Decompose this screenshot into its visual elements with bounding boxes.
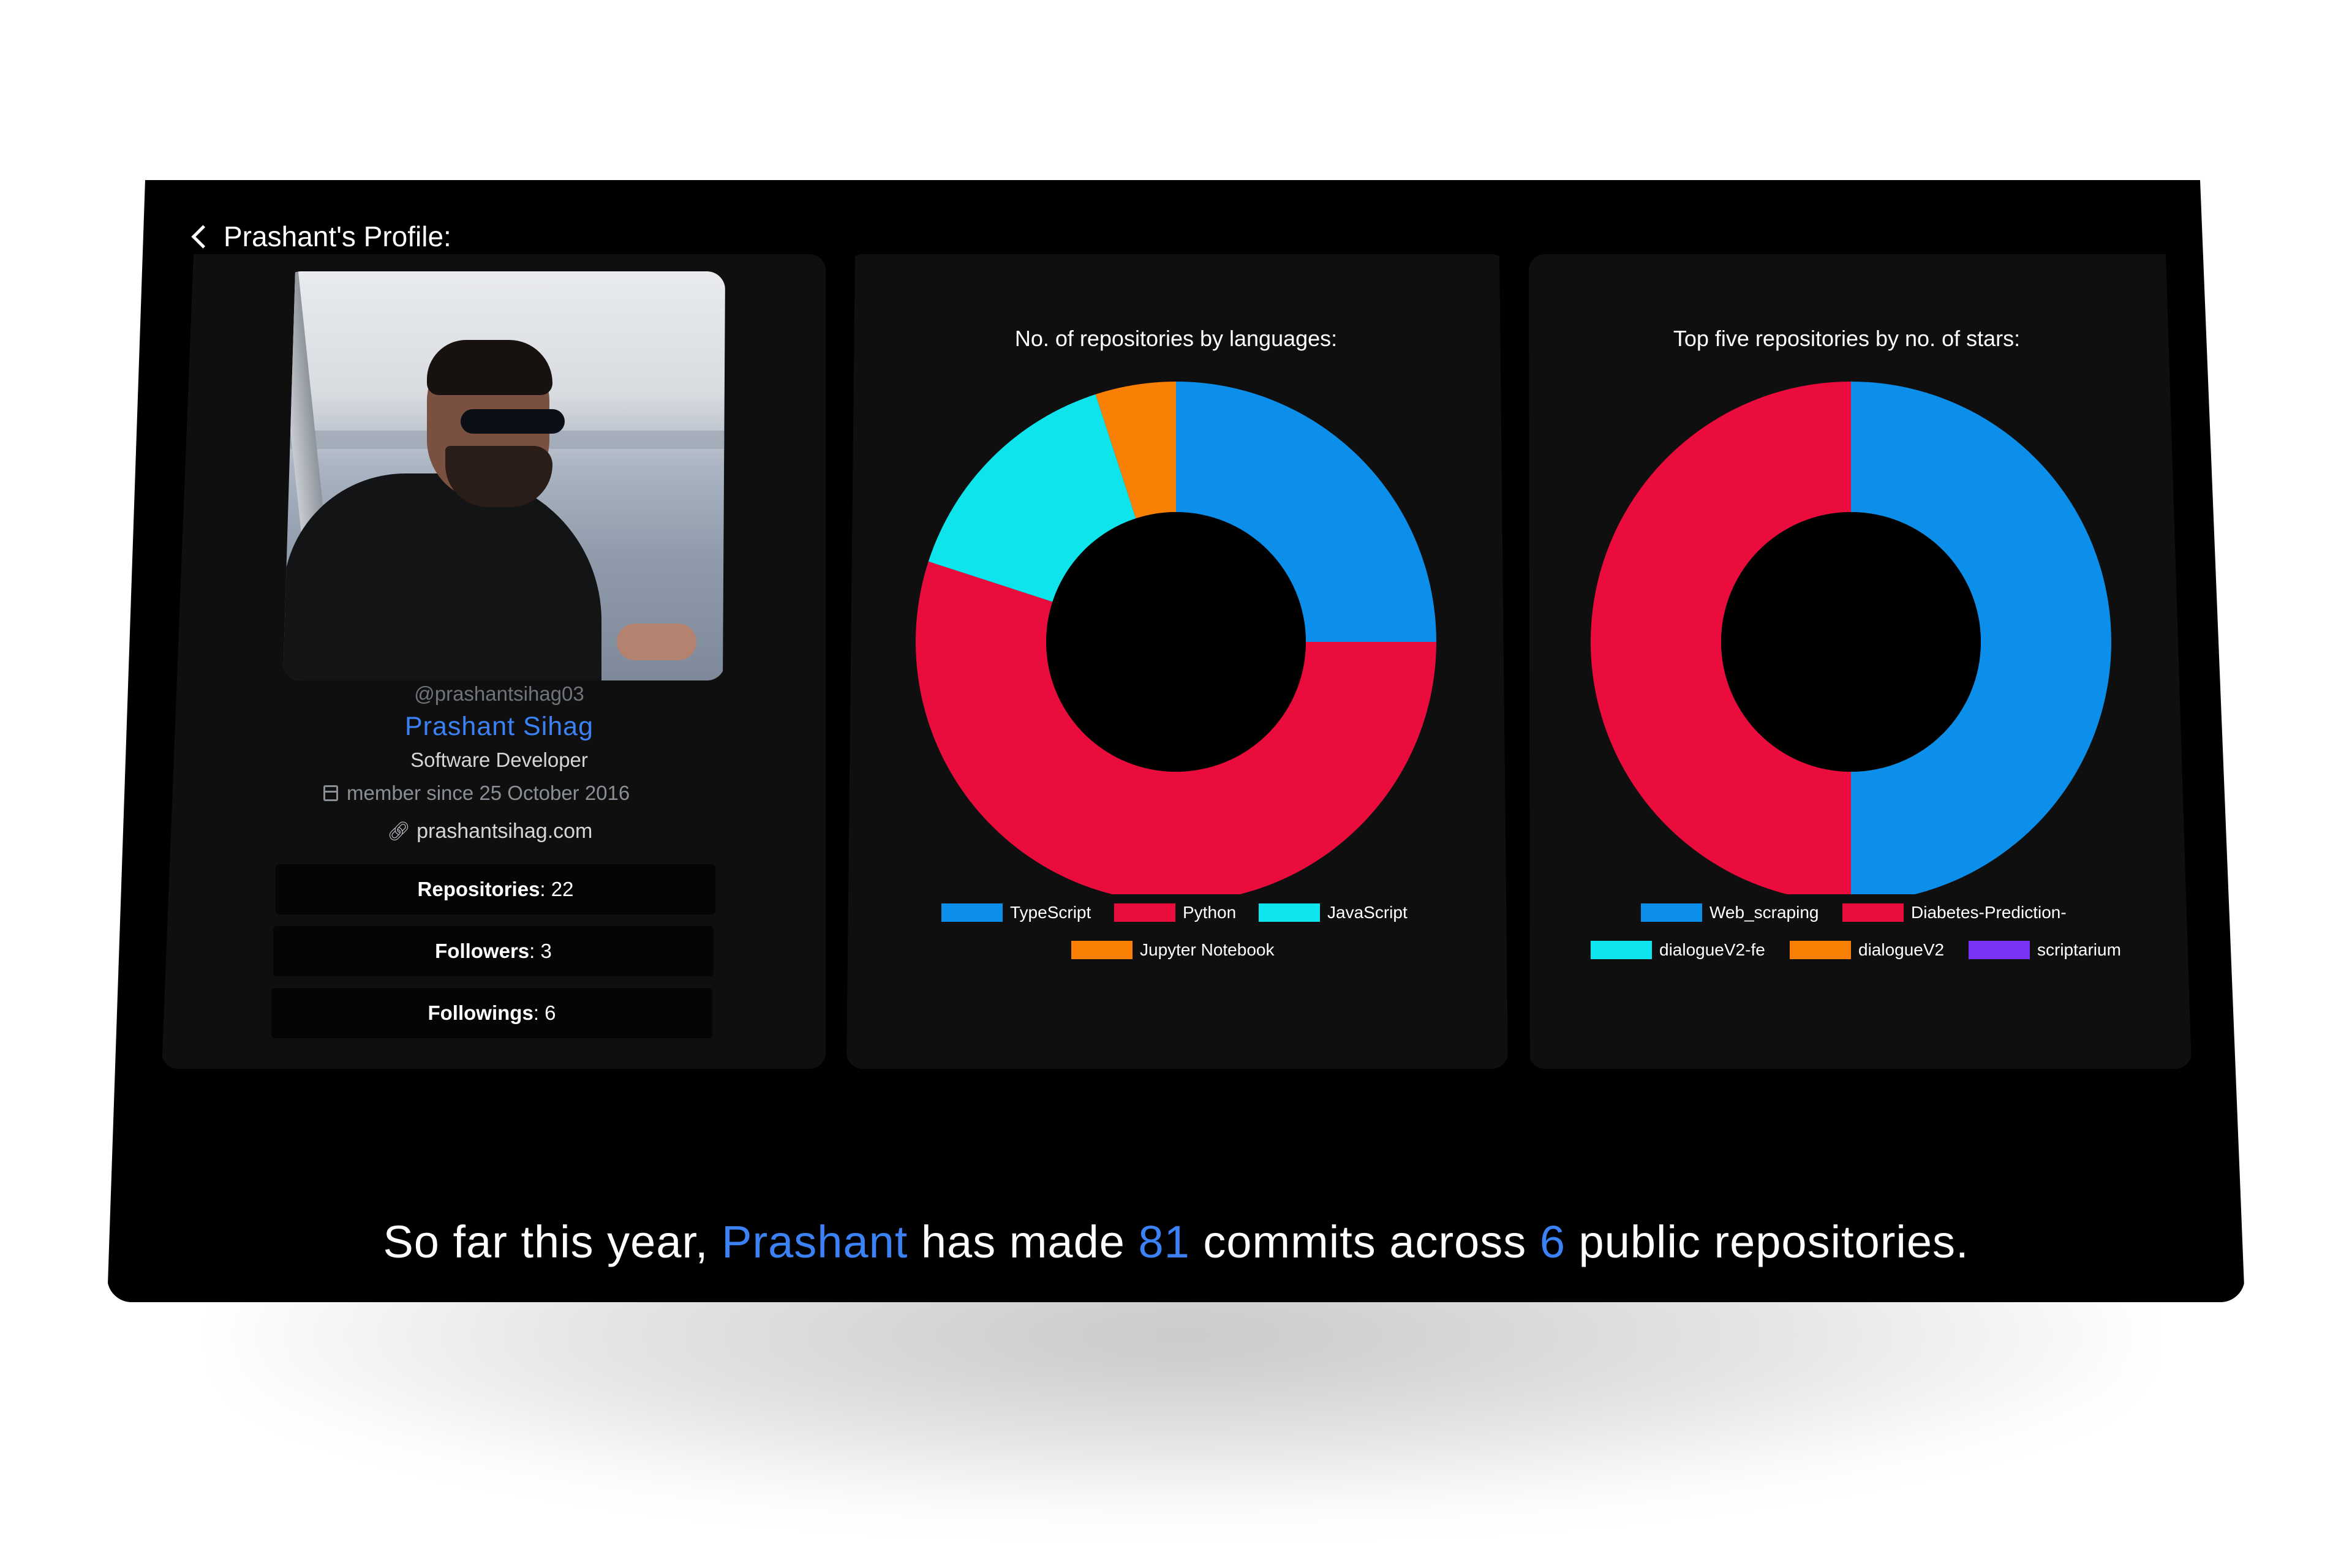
legend-label: Python <box>1183 903 1237 922</box>
stat-followings: Followings : 6 <box>271 988 712 1038</box>
legend-item[interactable]: Python <box>1114 903 1236 922</box>
member-since: member since 25 October 2016 <box>323 782 679 805</box>
legend-swatch <box>1842 903 1904 922</box>
summary-text: has made <box>908 1216 1139 1267</box>
donut-hole <box>1721 512 1981 772</box>
languages-donut-chart <box>916 382 1436 894</box>
chevron-left-icon <box>191 224 215 249</box>
stat-followers: Followers : 3 <box>273 926 714 976</box>
summary-repos: 6 <box>1539 1216 1566 1267</box>
legend-item[interactable]: Diabetes-Prediction- <box>1842 903 2067 922</box>
avatar <box>283 271 725 680</box>
legend-swatch <box>1259 903 1320 922</box>
back-button[interactable]: Prashant's Profile: <box>191 218 451 255</box>
donut-hole <box>1046 512 1306 772</box>
legend-swatch <box>1790 941 1851 959</box>
legend-swatch <box>1641 903 1702 922</box>
stat-label: Repositories <box>417 878 540 900</box>
stat-label: Followers <box>435 940 530 962</box>
stat-value: : 22 <box>540 878 574 900</box>
legend-label: Web_scraping <box>1709 903 1819 922</box>
profile-name: Prashant Sihag <box>404 712 594 741</box>
commit-summary: So far this year, Prashant has made 81 c… <box>153 1216 2199 1268</box>
legend-item[interactable]: scriptarium <box>1969 940 2121 960</box>
legend-swatch <box>1591 941 1652 959</box>
summary-text: So far this year, <box>383 1216 722 1267</box>
legend-label: Jupyter Notebook <box>1140 940 1275 959</box>
calendar-icon <box>323 785 338 801</box>
legend-label: Diabetes-Prediction- <box>1911 903 2067 922</box>
link-icon: 🔗︎ <box>387 821 411 842</box>
legend-item[interactable]: dialogueV2-fe <box>1591 940 1765 960</box>
profile-role: Software Developer <box>410 748 588 771</box>
legend-swatch <box>941 903 1003 922</box>
stars-donut-chart <box>1591 382 2111 894</box>
legend-label: dialogueV2 <box>1858 940 1945 959</box>
website-link[interactable]: 🔗︎ prashantsihag.com <box>387 820 626 843</box>
legend-item[interactable]: JavaScript <box>1259 903 1408 922</box>
legend-item[interactable]: TypeScript <box>941 903 1091 922</box>
stat-value: : 6 <box>533 1001 556 1024</box>
legend-swatch <box>1071 941 1133 959</box>
summary-name: Prashant <box>722 1216 908 1267</box>
summary-text: commits across <box>1189 1216 1540 1267</box>
stat-value: : 3 <box>529 940 552 962</box>
member-since-text: member since 25 October 2016 <box>347 782 630 804</box>
summary-commits: 81 <box>1138 1216 1190 1267</box>
legend-label: JavaScript <box>1327 903 1408 922</box>
app-screen: Prashant's Profile: @prashantsihag03 Pra… <box>0 0 2352 1568</box>
legend-item[interactable]: Web_scraping <box>1641 903 1819 922</box>
back-label: Prashant's Profile: <box>224 221 451 252</box>
legend-swatch <box>1114 903 1175 922</box>
stars-chart-title: Top five repositories by no. of stars: <box>1673 326 2021 351</box>
website-text: prashantsihag.com <box>417 820 593 843</box>
stat-repositories: Repositories : 22 <box>276 864 715 914</box>
legend-label: scriptarium <box>2037 940 2121 959</box>
legend-item[interactable]: dialogueV2 <box>1790 940 1944 960</box>
legend-item[interactable]: Jupyter Notebook <box>1071 940 1274 960</box>
stat-label: Followings <box>428 1001 533 1024</box>
legend-label: TypeScript <box>1010 903 1091 922</box>
summary-text: public repositories. <box>1566 1216 1969 1267</box>
languages-chart-title: No. of repositories by languages: <box>1014 326 1338 351</box>
legend-swatch <box>1969 941 2030 959</box>
profile-handle: @prashantsihag03 <box>414 682 584 705</box>
legend-label: dialogueV2-fe <box>1659 940 1765 959</box>
